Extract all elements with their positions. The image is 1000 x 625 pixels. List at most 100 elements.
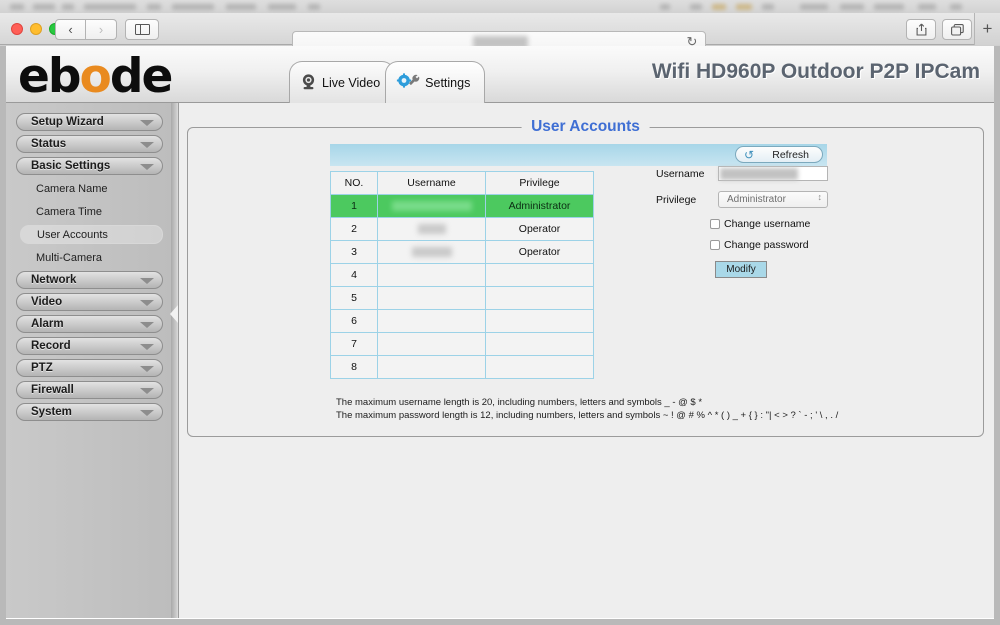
sidebar-item-network[interactable]: Network [16, 271, 163, 289]
new-tab-button[interactable]: + [974, 13, 1000, 45]
tab-live-video[interactable]: Live Video [289, 61, 396, 103]
sidebar-item-label: Camera Time [36, 205, 103, 218]
menu-item-blurred [33, 4, 55, 10]
user-edit-form: Username Privilege Administrator ↕ Chang… [656, 166, 866, 278]
username-input[interactable] [718, 166, 828, 181]
cell-no: 6 [330, 309, 378, 333]
window-controls[interactable] [11, 23, 61, 35]
sidebar-item-user-accounts[interactable]: User Accounts [20, 225, 163, 244]
sidebar-item-label: Alarm [31, 318, 64, 330]
cell-username [377, 355, 486, 379]
back-icon[interactable]: ‹ [55, 19, 86, 40]
show-tabs-icon[interactable] [942, 19, 972, 40]
cell-username [377, 286, 486, 310]
cell-username [377, 263, 486, 287]
page-title: Wifi HD960P Outdoor P2P IPCam [651, 60, 980, 83]
sidebar-item-multi-camera[interactable]: Multi-Camera [16, 248, 163, 267]
body-area: Setup Wizard Status Basic Settings Camer… [6, 103, 994, 618]
collapse-left-arrow-icon[interactable] [170, 305, 178, 323]
cell-username [377, 309, 486, 333]
cell-privilege: Administrator [485, 194, 594, 218]
macos-menu-bar [0, 0, 1000, 13]
chevron-down-icon [140, 120, 154, 126]
table-row[interactable]: 7 [330, 332, 594, 356]
menu-item-blurred [226, 4, 256, 10]
username-rule-text: The maximum username length is 20, inclu… [336, 397, 703, 408]
redacted-username [391, 201, 472, 212]
sidebar-item-label: User Accounts [37, 228, 108, 241]
sidebar-divider [171, 103, 177, 618]
menu-status-blurred [840, 4, 864, 10]
minimize-window-button[interactable] [30, 23, 42, 35]
chevron-down-icon [140, 388, 154, 394]
change-password-checkbox[interactable] [710, 240, 720, 250]
cell-privilege: Operator [485, 240, 594, 264]
cell-no: 7 [330, 332, 378, 356]
table-row[interactable]: 3 Operator [330, 240, 594, 264]
sidebar-item-camera-time[interactable]: Camera Time [16, 202, 163, 221]
sidebar-item-ptz[interactable]: PTZ [16, 359, 163, 377]
share-icon[interactable] [906, 19, 936, 40]
camera-icon [300, 73, 317, 93]
sidebar-item-label: Firewall [31, 384, 74, 396]
refresh-button[interactable]: ↺ Refresh [735, 146, 823, 163]
sidebar-item-basic-settings[interactable]: Basic Settings [16, 157, 163, 175]
table-row[interactable]: 4 [330, 263, 594, 287]
change-password-row[interactable]: Change password [710, 239, 866, 251]
close-window-button[interactable] [11, 23, 23, 35]
menu-status-blurred [712, 4, 726, 10]
table-row[interactable]: 5 [330, 286, 594, 310]
main-tabs[interactable]: Live Video Settings [289, 61, 486, 103]
menu-item-blurred [308, 4, 320, 10]
menu-status-blurred [918, 4, 936, 10]
sidebar-menu[interactable]: Setup Wizard Status Basic Settings Camer… [6, 103, 171, 421]
table-row[interactable]: 2 Operator [330, 217, 594, 241]
password-rules-notes: The maximum username length is 20, inclu… [336, 396, 838, 422]
chevron-down-icon [140, 300, 154, 306]
tab-live-video-label: Live Video [322, 75, 381, 90]
toolbar-right-buttons[interactable] [906, 19, 972, 40]
change-username-row[interactable]: Change username [710, 218, 866, 230]
chevron-updown-icon: ↕ [817, 192, 823, 202]
chevron-down-icon [140, 278, 154, 284]
sidebar-item-status[interactable]: Status [16, 135, 163, 153]
sidebar-item-video[interactable]: Video [16, 293, 163, 311]
table-row[interactable]: 8 [330, 355, 594, 379]
sidebar-item-label: Setup Wizard [31, 116, 104, 128]
menu-status-blurred [690, 4, 702, 10]
privilege-select[interactable]: Administrator ↕ [718, 191, 828, 208]
change-username-checkbox[interactable] [710, 219, 720, 229]
cell-privilege [485, 309, 594, 333]
sidebar-item-firewall[interactable]: Firewall [16, 381, 163, 399]
sidebar-item-record[interactable]: Record [16, 337, 163, 355]
chevron-down-icon [140, 142, 154, 148]
sidebar-item-label: Basic Settings [31, 160, 111, 172]
password-rule-text: The maximum password length is 12, inclu… [336, 410, 839, 421]
chevron-down-icon [140, 344, 154, 350]
sidebar-item-label: Network [31, 274, 77, 286]
cell-username [377, 240, 486, 264]
sidebar-item-camera-name[interactable]: Camera Name [16, 179, 163, 198]
browser-window: ‹ › ↻ + ebode Live Video Settings Wifi H… [0, 13, 1000, 625]
sidebar-item-setup-wizard[interactable]: Setup Wizard [16, 113, 163, 131]
username-label: Username [656, 167, 705, 180]
privilege-select-value: Administrator [727, 194, 786, 205]
sidebar-item-system[interactable]: System [16, 403, 163, 421]
cell-privilege [485, 263, 594, 287]
sidebar-toggle-icon[interactable] [125, 19, 159, 40]
menu-status-blurred [660, 4, 670, 10]
logo-text-o: o [79, 49, 112, 104]
column-header-privilege: Privilege [485, 171, 594, 195]
cell-no: 1 [330, 194, 378, 218]
navigation-buttons[interactable]: ‹ › [55, 19, 117, 40]
tab-settings[interactable]: Settings [385, 61, 486, 103]
column-header-username: Username [377, 171, 486, 195]
sidebar-item-label: Record [31, 340, 71, 352]
table-row[interactable]: 6 [330, 309, 594, 333]
menu-item-blurred [172, 4, 214, 10]
menu-status-blurred [762, 4, 774, 10]
privilege-row: Privilege Administrator ↕ [656, 191, 866, 208]
modify-button[interactable]: Modify [715, 261, 767, 278]
table-row[interactable]: 1 Administrator [330, 194, 594, 218]
sidebar-item-alarm[interactable]: Alarm [16, 315, 163, 333]
